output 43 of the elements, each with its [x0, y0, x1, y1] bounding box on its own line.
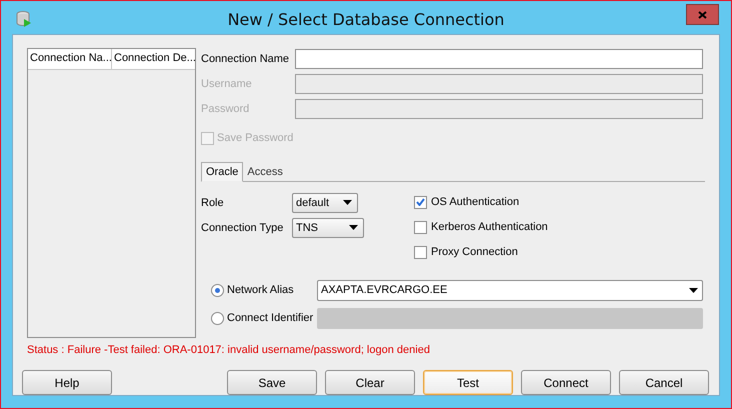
column-header[interactable]: Connection De... [112, 49, 195, 69]
radio-label: Network Alias [227, 284, 294, 296]
radio-button[interactable] [211, 284, 224, 296]
checkbox-label: Proxy Connection [431, 246, 518, 258]
check-icon [416, 198, 425, 206]
checkbox[interactable] [414, 196, 427, 208]
caret-icon [343, 200, 352, 205]
caret-icon [689, 288, 698, 292]
connection-list[interactable]: Connection Na... Connection De... [27, 48, 196, 338]
dropdown-value: TNS [296, 222, 318, 234]
checkbox[interactable] [414, 246, 427, 258]
combo-value: AXAPTA.EVRCARGO.EE [321, 284, 448, 296]
dropdown[interactable]: TNS [292, 218, 364, 238]
dropdown[interactable]: default [292, 192, 358, 212]
dialog-button[interactable]: Cancel [619, 370, 709, 395]
dropdown-value: default [296, 196, 330, 208]
field-label: Connection Name [201, 53, 290, 65]
field-label: Username [201, 78, 253, 90]
field-label: Connection Type [201, 220, 284, 236]
checkbox[interactable] [414, 220, 427, 234]
combo-box[interactable]: AXAPTA.EVRCARGO.EE [317, 280, 703, 300]
status-message: Status : Failure -Test failed: ORA-01017: invalid username/password; logon denied [27, 344, 431, 357]
dialog-button[interactable]: Test [423, 370, 513, 395]
dialog-button[interactable]: Help [22, 370, 112, 395]
checkbox-label: OS Authentication [431, 196, 520, 208]
radio-button[interactable] [211, 312, 224, 324]
tab[interactable]: Oracle [201, 162, 244, 182]
dialog-button[interactable]: Connect [521, 370, 611, 395]
checkbox-label: Kerberos Authentication [431, 221, 548, 233]
database-icon [16, 10, 32, 28]
column-header[interactable]: Connection Na... [28, 49, 112, 69]
field-label: Password [201, 103, 250, 115]
dialog-button[interactable]: Save [227, 370, 317, 395]
dialog-button[interactable]: Clear [325, 370, 415, 395]
close-icon [698, 10, 707, 18]
caret-icon [349, 225, 358, 230]
checkbox-label: Save Password [217, 132, 294, 144]
field-label: Role [201, 196, 225, 210]
window-title: New / Select Database Connection [226, 9, 506, 29]
close-button[interactable] [686, 4, 719, 25]
input-field[interactable] [295, 49, 703, 69]
radio-label: Connect Identifier [227, 312, 314, 324]
tab[interactable]: Access [243, 163, 287, 181]
